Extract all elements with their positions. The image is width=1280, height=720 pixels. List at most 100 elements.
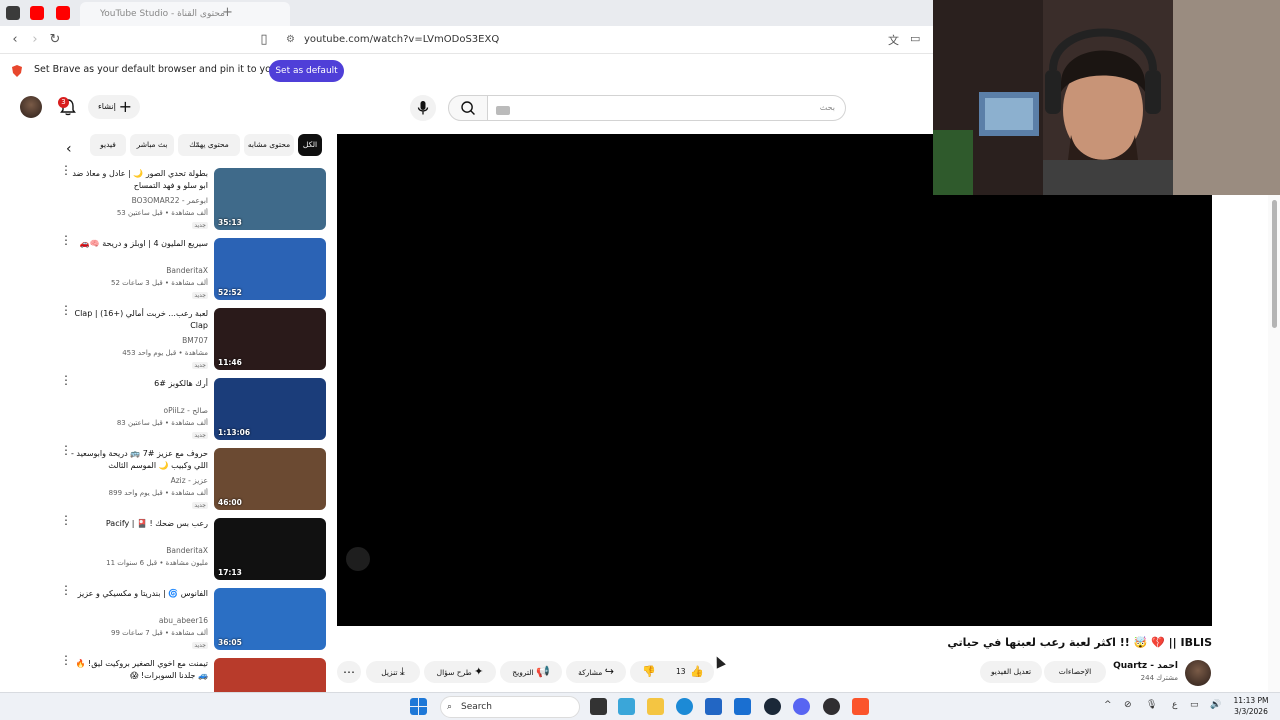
chip-related[interactable]: محتوى مشابه <box>244 134 294 156</box>
recommendation-thumbnail[interactable]: 36:05 <box>214 588 326 650</box>
chip-live[interactable]: بث مباشر <box>130 134 174 156</box>
channel-avatar[interactable] <box>1185 660 1211 686</box>
recommendation-thumbnail[interactable]: 17:13 <box>214 518 326 580</box>
recommendation-title[interactable]: الفانوس 🌀 | بندريتا و مكسيكي و عزيز <box>68 588 208 600</box>
outlook-icon[interactable] <box>734 698 751 715</box>
recommendation-title[interactable]: أرك هالكوبز #6 <box>68 378 208 390</box>
recommendation-title[interactable]: تيمنت مع اخوي الصغير بروكيت ليق! 🔥🚙 جلدن… <box>68 658 208 682</box>
network-icon[interactable]: ⊘ <box>1124 700 1132 710</box>
recommendation-channel[interactable]: oPiiLz - صالح <box>164 406 209 415</box>
recommendation-channel[interactable]: abu_abeer16 <box>159 616 208 625</box>
sidebar-toggle-icon[interactable]: ▭ <box>910 32 920 45</box>
keyboard-icon[interactable] <box>496 106 510 115</box>
recommendation-channel[interactable]: BO3OMAR22 - ابوعمر <box>132 196 208 205</box>
more-options-icon[interactable]: ⋮ <box>60 584 72 596</box>
windows-taskbar: ⌕ Search ^ ⊘ 🎙 ع ▭ 🔊 11:13 PM 3/3/2026 <box>0 692 1280 720</box>
recommendation-title[interactable]: رعب بس ضحك ! 🎴 | Pacify <box>68 518 208 530</box>
recommendation-thumbnail[interactable]: 46:00 <box>214 448 326 510</box>
language-indicator[interactable]: ع <box>1172 700 1177 710</box>
youtube-tab-icon-2[interactable] <box>56 6 70 20</box>
create-button[interactable]: إنشاء + <box>88 95 140 119</box>
reload-icon[interactable]: ↻ <box>46 31 64 49</box>
volume-icon[interactable]: 🔊 <box>1210 700 1221 710</box>
tray-network-icon[interactable]: ▭ <box>1190 700 1199 710</box>
back-icon[interactable]: ‹ <box>6 31 24 49</box>
analytics-button[interactable]: الإحصاءات <box>1044 661 1106 683</box>
more-options-icon[interactable]: ⋮ <box>60 304 72 316</box>
recommendation-channel[interactable]: BanderitaX <box>166 546 208 555</box>
share-button[interactable]: مشاركة ↪ <box>566 661 626 683</box>
recommendation-channel[interactable]: BM707 <box>182 336 208 345</box>
brave-tab-icon[interactable] <box>6 6 20 20</box>
scrollbar-thumb[interactable] <box>1272 200 1277 328</box>
more-options-icon[interactable]: ⋮ <box>60 234 72 246</box>
brave-taskbar-icon[interactable] <box>852 698 869 715</box>
active-tab[interactable]: YouTube Studio - محتوى القناة <box>80 2 290 26</box>
promote-button[interactable]: الترويج 📢 <box>500 661 562 683</box>
obs-icon[interactable] <box>823 698 840 715</box>
translate-icon[interactable]: 文 <box>888 32 899 48</box>
clock-date: 3/3/2026 <box>1234 707 1268 716</box>
more-options-icon[interactable]: ⋮ <box>60 164 72 176</box>
recommendation-title[interactable]: سيريع المليون 4 | اوبلز و دريحة 🧠🚗 <box>68 238 208 250</box>
recommendation-thumbnail[interactable]: 52:52 <box>214 238 326 300</box>
edge-icon[interactable] <box>676 698 693 715</box>
search-input[interactable]: بحث <box>488 95 846 121</box>
recommendation-thumbnail[interactable]: 1:13:06 <box>214 378 326 440</box>
more-options-icon[interactable]: ⋮ <box>60 514 72 526</box>
set-as-default-button[interactable]: Set as default <box>269 60 344 82</box>
task-view-icon[interactable] <box>590 698 607 715</box>
more-options-icon[interactable]: ⋮ <box>60 654 72 666</box>
download-button[interactable]: تنزيل ⤓ <box>366 661 420 683</box>
channel-watermark[interactable] <box>346 547 370 571</box>
chip-videos[interactable]: فيديو <box>90 134 126 156</box>
recommendation-thumbnail[interactable]: 35:13 <box>214 168 326 230</box>
chip-for-you[interactable]: محتوى يهمّك <box>178 134 240 156</box>
dislike-icon[interactable]: 👎 <box>642 661 656 683</box>
youtube-tab-icon[interactable] <box>30 6 44 20</box>
recommendation-title[interactable]: لعبة رعب... خربت أمالي (+16) | Clap Clap <box>68 308 209 332</box>
recommendation-meta: 83 ألف مشاهدة • قبل ساعتين <box>116 419 208 427</box>
account-avatar[interactable] <box>20 96 42 118</box>
recommendation-thumbnail[interactable]: 11:46 <box>214 308 326 370</box>
ask-question-button[interactable]: طرح سؤال ✦ <box>424 661 496 683</box>
recommendation-title[interactable]: بطولة تحدي الصور 🌙 | عادل و معاذ ضد ابو … <box>68 168 208 192</box>
recommendation-item[interactable]: 52:52 سيريع المليون 4 | اوبلز و دريحة 🧠🚗 B… <box>56 234 326 302</box>
more-actions-icon[interactable]: ⋯ <box>337 661 361 683</box>
steam-icon[interactable] <box>764 698 781 715</box>
taskbar-search[interactable]: ⌕ Search <box>440 696 580 718</box>
recommendation-item[interactable]: 11:46 لعبة رعب... خربت أمالي (+16) | Clap… <box>56 304 326 372</box>
taskbar-clock[interactable]: 11:13 PM 3/3/2026 <box>1228 695 1274 717</box>
like-dislike-group: 👎 13 👍 <box>630 661 714 683</box>
recommendation-item[interactable]: 46:00 حروف مع عزيز #7 🚌 دريحة وابوسعيد - … <box>56 444 326 512</box>
forward-icon[interactable]: › <box>26 31 44 49</box>
recommendation-item[interactable]: 1:13:06 أرك هالكوبز #6 oPiiLz - صالح 83 ألف… <box>56 374 326 442</box>
search-icon[interactable] <box>448 95 488 121</box>
discord-icon[interactable] <box>793 698 810 715</box>
recommendation-title[interactable]: حروف مع عزيز #7 🚌 دريحة وابوسعيد - اللي … <box>68 448 208 472</box>
store-icon[interactable] <box>618 698 635 715</box>
bookmark-icon[interactable]: ▯ <box>255 31 273 49</box>
like-count: 13 <box>676 667 686 676</box>
recommendation-item[interactable]: 36:05 الفانوس 🌀 | بندريتا و مكسيكي و عزيز… <box>56 584 326 652</box>
mic-tray-icon[interactable]: 🎙 <box>1146 700 1157 710</box>
voice-search-mic-icon[interactable] <box>410 95 436 121</box>
more-options-icon[interactable]: ⋮ <box>60 444 72 456</box>
new-badge: جديد <box>192 642 208 649</box>
chip-all[interactable]: الكل <box>298 134 322 156</box>
new-tab-icon[interactable]: + <box>222 5 233 20</box>
recommendation-channel[interactable]: BanderitaX <box>166 266 208 275</box>
url-field[interactable]: ⚙ youtube.com/watch?v=LVmODoS3EXQ <box>280 29 900 51</box>
recommendation-item[interactable]: 35:13 بطولة تحدي الصور 🌙 | عادل و معاذ ضد… <box>56 164 326 232</box>
tray-chevron-icon[interactable]: ^ <box>1104 700 1112 710</box>
windows-start-icon[interactable] <box>410 698 427 715</box>
video-player[interactable] <box>337 134 1212 626</box>
like-icon[interactable]: 👍 <box>690 661 704 683</box>
microsoft-store-icon[interactable] <box>705 698 722 715</box>
edit-video-button[interactable]: تعديل الفيديو <box>980 661 1042 683</box>
site-settings-icon[interactable]: ⚙ <box>286 29 295 51</box>
recommendation-item[interactable]: 17:13 رعب بس ضحك ! 🎴 | Pacify BanderitaX 11… <box>56 514 326 582</box>
more-options-icon[interactable]: ⋮ <box>60 374 72 386</box>
recommendation-channel[interactable]: Aziz - عزيز <box>171 476 208 485</box>
file-explorer-icon[interactable] <box>647 698 664 715</box>
